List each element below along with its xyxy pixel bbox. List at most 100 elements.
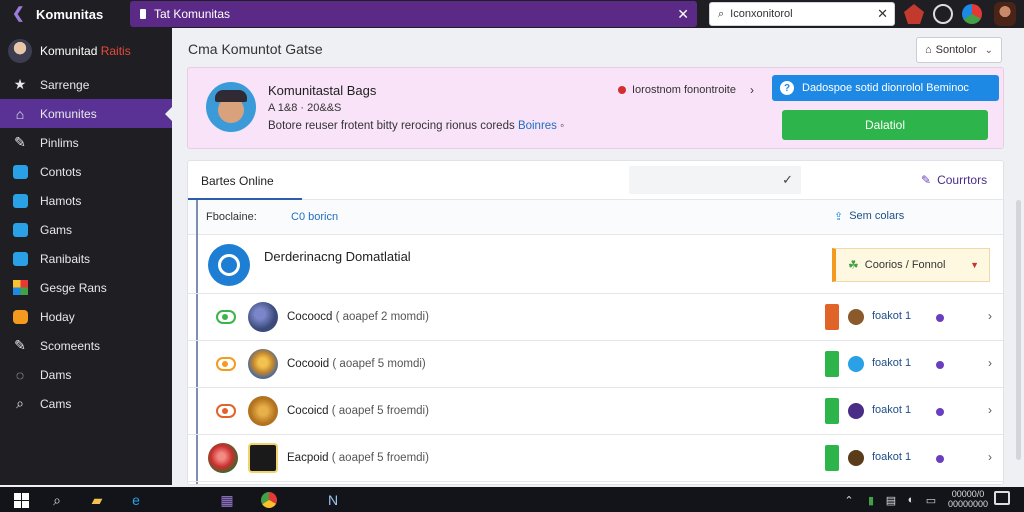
extension-star-icon[interactable] [904, 4, 924, 24]
scrollbar[interactable] [1016, 200, 1021, 460]
toggle-switch[interactable] [216, 404, 236, 418]
toggle-switch[interactable] [216, 357, 236, 371]
extension-colors-icon[interactable] [962, 4, 982, 24]
online-dot-icon [936, 408, 944, 416]
featured-game-icon [208, 244, 250, 286]
chevron-down-icon: ▼ [970, 260, 979, 270]
toggle-switch[interactable] [216, 310, 236, 324]
search-icon[interactable]: ⌕ [48, 491, 66, 509]
player-avatar [848, 356, 864, 372]
chevron-right-icon[interactable]: › [988, 450, 992, 464]
user-avatar[interactable] [994, 2, 1016, 26]
sidebar-item-komunites[interactable]: ⌂ Komunites [0, 99, 172, 128]
chevron-right-icon[interactable]: › [988, 356, 992, 370]
chrome-icon[interactable] [260, 491, 278, 509]
live-badge[interactable]: Iorostnom fonontroite › [618, 83, 754, 97]
list-item[interactable]: Eacpoid ( aoapef 5 froemdi) foakot 1 › [188, 435, 1003, 482]
clock[interactable]: 00000/0 00000000 [948, 489, 988, 509]
filter-link[interactable]: C0 boricn [291, 211, 338, 223]
player-name[interactable]: foakot 1 [872, 357, 911, 369]
game-name: Eacpoid ( aoapef 5 froemdi) [287, 452, 429, 464]
game-icon [248, 302, 278, 332]
filter-bar: Fboclaine: C0 boricn ⇪ Sem colars [188, 200, 1003, 484]
games-icon [12, 222, 28, 238]
player-avatar [848, 450, 864, 466]
app-title: Komunitas [36, 6, 104, 22]
player-name[interactable]: foakot 1 [872, 404, 911, 416]
tray-up-icon[interactable]: ⌃ [840, 491, 858, 509]
sidebar-profile[interactable]: Komunitad Raitis [0, 28, 172, 70]
sidebar-item-sarrenge[interactable]: ★ Sarrenge [0, 70, 172, 99]
profile-avatar [8, 39, 32, 63]
category-select[interactable]: ☘ Coorios / Fonnol ▼ [832, 248, 990, 282]
sidebar-item-scomeents[interactable]: ✎ Scomeents [0, 331, 172, 360]
sidebar-item-label: Gams [40, 222, 73, 237]
sidebar-item-ranibaits[interactable]: Ranibaits [0, 244, 172, 273]
address-bar[interactable]: ⌕ Iconxonitorol ✕ [709, 2, 895, 26]
sort-columns-button[interactable]: ⇪ Sem colars [834, 210, 904, 223]
tray-network-icon[interactable]: ▮ [862, 491, 880, 509]
list-item[interactable]: Cocoocd ( aoapef 2 momdi) foakot 1 › [188, 294, 1003, 341]
community-stats: A 1&8 · 20&&S [268, 102, 342, 114]
counters-label: Courrtors [937, 173, 988, 187]
game-icon [208, 443, 238, 473]
game-icon [248, 443, 278, 473]
player-avatar [848, 403, 864, 419]
browser-tab[interactable]: Tat Komunitas ✕ [130, 1, 697, 27]
counters-button[interactable]: ✎ Courrtors [921, 173, 987, 187]
notification-icon[interactable] [994, 491, 1010, 505]
game-title: Cocooid [287, 358, 330, 370]
tab-online[interactable]: Bartes Online [188, 161, 302, 200]
windows-start-icon[interactable] [12, 491, 30, 509]
close-tab-icon[interactable]: ✕ [677, 6, 689, 23]
sort-label: Sontolor [935, 44, 977, 56]
game-title: Cocoicd [287, 405, 329, 417]
edge-browser-icon[interactable]: e [127, 491, 145, 509]
app-icon[interactable]: N [324, 491, 342, 509]
chevron-right-icon[interactable]: › [988, 403, 992, 417]
status-indicator [825, 304, 839, 330]
calculator-icon[interactable]: ▦ [218, 491, 236, 509]
tray-wifi-icon[interactable]: ▤ [882, 491, 900, 509]
sidebar-item-dams[interactable]: ◌ Dams [0, 360, 172, 389]
join-button[interactable]: Dalatiol [782, 110, 988, 140]
sidebar-item-pinlims[interactable]: ✎ Pinlims [0, 128, 172, 157]
list-item[interactable]: Cocooid ( aoapef 5 momdi) foakot 1 › [188, 341, 1003, 388]
chat-bubble-icon: ◌ [15, 366, 25, 383]
sidebar-item-gams[interactable]: Gams [0, 215, 172, 244]
community-avatar[interactable] [206, 82, 256, 132]
sidebar-item-hamots[interactable]: Hamots [0, 186, 172, 215]
sort-dropdown[interactable]: ⌂ Sontolor ⌄ [916, 37, 1002, 63]
clear-address-icon[interactable]: ✕ [877, 6, 888, 22]
game-name: Cocooid ( aoapef 5 momdi) [287, 358, 426, 370]
app-brand[interactable]: ❮ Komunitas [0, 6, 130, 22]
list-item[interactable]: Cocoicd ( aoapef 5 froemdi) foakot 1 › [188, 388, 1003, 435]
status-indicator [825, 445, 839, 471]
chevron-right-icon[interactable]: › [988, 309, 992, 323]
player-name[interactable]: foakot 1 [872, 451, 911, 463]
sidebar-item-contots[interactable]: Contots [0, 157, 172, 186]
description-link[interactable]: Boinres [518, 120, 557, 132]
title-bar: ❮ Komunitas Tat Komunitas ✕ ⌕ Iconxonito… [0, 0, 1024, 28]
star-icon: ★ [13, 76, 27, 92]
sidebar-item-hoday[interactable]: Hoday [0, 302, 172, 331]
pin-icon: ✎ [921, 173, 932, 187]
filter-field[interactable]: ✓ [629, 166, 801, 194]
sort-columns-label: Sem colars [849, 210, 905, 222]
info-banner[interactable]: ? Dadospoe sotid dionrolol Beminoc [772, 75, 999, 101]
tray-battery-icon[interactable]: ▭ [922, 491, 940, 509]
featured-row[interactable]: Derderinacng Domatlatial ☘ Coorios / Fon… [188, 235, 1003, 294]
sidebar-item-cams[interactable]: ⌕ Cams [0, 389, 172, 418]
folder-icon[interactable]: ▰ [88, 491, 106, 509]
leaf-icon: ☘ [848, 258, 859, 272]
info-icon: ◦ [560, 120, 565, 132]
status-indicator [825, 398, 839, 424]
sidebar-item-gesge-rans[interactable]: Gesge Rans [0, 273, 172, 302]
online-dot-icon [936, 361, 944, 369]
extension-settings-icon[interactable] [933, 4, 953, 24]
game-meta: ( aoapef 5 froemdi) [331, 405, 429, 417]
player-name[interactable]: foakot 1 [872, 310, 911, 322]
tray-volume-icon[interactable]: ◐ [902, 491, 920, 509]
status-indicator [825, 351, 839, 377]
pin-icon: ✎ [14, 134, 26, 150]
